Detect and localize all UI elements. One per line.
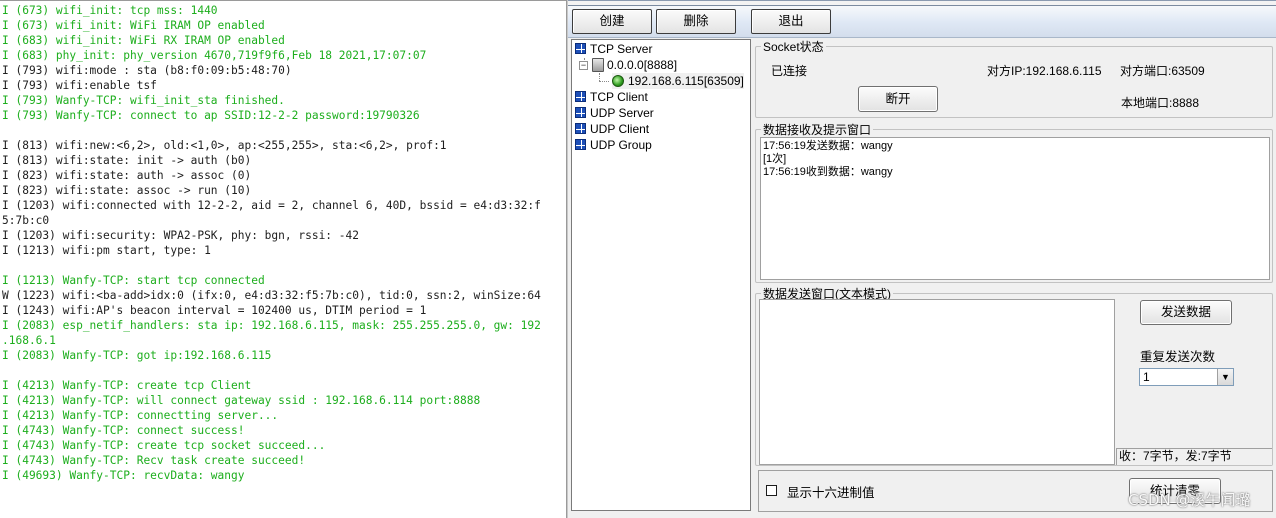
socket-status-legend: Socket状态 — [763, 40, 824, 54]
send-input[interactable] — [760, 300, 1114, 464]
log-line: I (4743) Wanfy-TCP: connect success! — [2, 424, 245, 437]
watermark: CSDN @溪午闻璐 — [1128, 491, 1251, 509]
receive-message: 17:56:19发送数据：wangy — [763, 140, 893, 152]
log-line: I (793) wifi:enable tsf — [2, 79, 157, 92]
create-button[interactable]: 创建 — [572, 9, 652, 34]
tree-item-udp-server[interactable]: UDP Server — [575, 105, 654, 121]
log-line: I (1213) Wanfy-TCP: start tcp connected — [2, 274, 265, 287]
log-line: I (1203) wifi:security: WPA2-PSK, phy: b… — [2, 229, 359, 242]
tree-item-tcp-client[interactable]: TCP Client — [575, 89, 648, 105]
delete-button[interactable]: 删除 — [656, 9, 736, 34]
log-line: I (2083) Wanfy-TCP: got ip:192.168.6.115 — [2, 349, 272, 362]
tree-item-label: TCP Server — [590, 42, 653, 56]
collapse-icon[interactable]: − — [579, 61, 588, 70]
tree-item-label: UDP Server — [590, 106, 654, 120]
repeat-count-label: 重复发送次数 — [1140, 350, 1216, 364]
receive-log[interactable]: 17:56:19发送数据：wangy [1次] 17:56:19收到数据：wan… — [760, 137, 1270, 280]
repeat-count-value: 1 — [1143, 370, 1150, 384]
log-line: I (49693) Wanfy-TCP: recvData: wangy — [2, 469, 245, 482]
byte-counter: 收：7字节，发:7字节 — [1116, 448, 1272, 465]
tree-item-label: 192.168.6.115[63509] — [628, 74, 744, 88]
log-line: I (673) wifi_init: WiFi IRAM OP enabled — [2, 19, 265, 32]
peer-port: 对方端口:63509 — [1120, 64, 1205, 78]
log-line: .168.6.1 — [2, 334, 56, 347]
tree-item-udp-client[interactable]: UDP Client — [575, 121, 649, 137]
network-grid-icon — [575, 139, 586, 150]
disconnect-button[interactable]: 断开 — [858, 86, 938, 112]
log-line: I (683) wifi_init: WiFi RX IRAM OP enabl… — [2, 34, 285, 47]
connection-tree[interactable]: TCP Server − 0.0.0.0[8888] 192.168.6.115… — [571, 39, 751, 511]
log-line: I (673) wifi_init: tcp mss: 1440 — [2, 4, 218, 17]
tree-item-tcp-server[interactable]: TCP Server — [575, 41, 652, 57]
network-grid-icon — [575, 91, 586, 102]
tree-item-label: UDP Client — [590, 122, 650, 136]
log-line: I (793) Wanfy-TCP: wifi_init_sta finishe… — [2, 94, 285, 107]
connection-state: 已连接 — [771, 64, 808, 78]
log-line: I (4213) Wanfy-TCP: create tcp Client — [2, 379, 252, 392]
log-line: I (4213) Wanfy-TCP: connectting server..… — [2, 409, 279, 422]
network-grid-icon — [575, 123, 586, 134]
send-data-button[interactable]: 发送数据 — [1140, 300, 1232, 325]
tree-item-udp-group[interactable]: UDP Group — [575, 137, 652, 153]
tree-item-label: TCP Client — [590, 90, 648, 104]
network-grid-icon — [575, 107, 586, 118]
toolbar-edge — [568, 1, 1276, 6]
log-line: W (1223) wifi:<ba-add>idx:0 (ifx:0, e4:d… — [2, 289, 541, 302]
chevron-down-icon[interactable]: ▼ — [1217, 369, 1233, 385]
log-line: I (1213) wifi:pm start, type: 1 — [2, 244, 211, 257]
log-line: I (4743) Wanfy-TCP: Recv task create suc… — [2, 454, 306, 467]
peer-ip: 对方IP:192.168.6.115 — [987, 64, 1102, 78]
tcp-udp-debug-tool: 创建 删除 退出 TCP Server − 0.0.0.0[8888] 192.… — [567, 0, 1276, 518]
tree-line — [599, 81, 609, 82]
log-line: I (4743) Wanfy-TCP: create tcp socket su… — [2, 439, 326, 452]
receive-message: 17:56:19收到数据：wangy — [763, 166, 893, 178]
tree-item-client-connection[interactable]: 192.168.6.115[63509] — [612, 73, 744, 89]
connection-status-icon — [612, 75, 624, 87]
tree-item-label: 0.0.0.0[8888] — [607, 58, 678, 72]
log-line: I (1203) wifi:connected with 12-2-2, aid… — [2, 199, 541, 212]
log-line: I (823) wifi:state: assoc -> run (10) — [2, 184, 252, 197]
server-icon — [592, 58, 604, 72]
tree-item-listen-socket[interactable]: 0.0.0.0[8888] — [592, 57, 677, 73]
log-line: I (1243) wifi:AP's beacon interval = 102… — [2, 304, 427, 317]
exit-button[interactable]: 退出 — [751, 9, 831, 34]
log-line: I (2083) esp_netif_handlers: sta ip: 192… — [2, 319, 541, 332]
receive-message: [1次] — [763, 153, 787, 165]
log-line: I (793) wifi:mode : sta (b8:f0:09:b5:48:… — [2, 64, 292, 77]
terminal-log: I (673) wifi_init: tcp mss: 1440 I (673) … — [0, 3, 566, 483]
terminal-border — [0, 0, 566, 3]
tree-line — [599, 73, 600, 81]
serial-monitor-output[interactable]: I (673) wifi_init: tcp mss: 1440 I (673) … — [0, 0, 567, 518]
log-line: I (683) phy_init: phy_version 4670,719f9… — [2, 49, 427, 62]
log-line: I (823) wifi:state: auth -> assoc (0) — [2, 169, 252, 182]
toolbar: 创建 删除 退出 — [568, 0, 1276, 38]
log-line: I (813) wifi:new:<6,2>, old:<1,0>, ap:<2… — [2, 139, 447, 152]
log-line: I (813) wifi:state: init -> auth (b0) — [2, 154, 252, 167]
tree-item-label: UDP Group — [590, 138, 652, 152]
local-port: 本地端口:8888 — [1121, 96, 1200, 110]
network-grid-icon — [575, 43, 586, 54]
log-line: I (4213) Wanfy-TCP: will connect gateway… — [2, 394, 481, 407]
log-line: 5:7b:c0 — [2, 214, 50, 227]
hex-display-checkbox[interactable] — [766, 485, 777, 496]
send-input-box[interactable] — [759, 299, 1115, 465]
hex-display-label: 显示十六进制值 — [787, 486, 875, 500]
repeat-count-select[interactable]: 1 ▼ — [1139, 368, 1234, 386]
receive-legend: 数据接收及提示窗口 — [763, 123, 872, 137]
log-line: I (793) Wanfy-TCP: connect to ap SSID:12… — [2, 109, 420, 122]
